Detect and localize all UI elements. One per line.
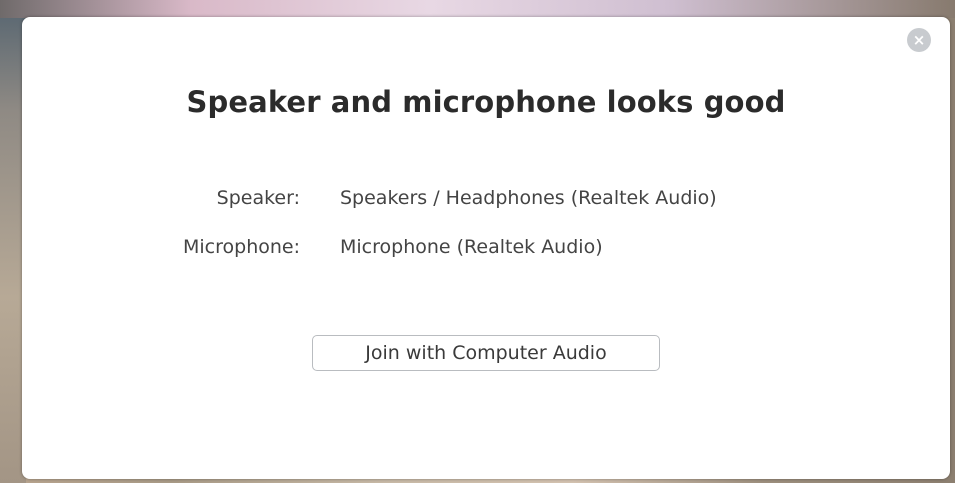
close-icon[interactable]: × (907, 28, 931, 52)
speaker-value: Speakers / Headphones (Realtek Audio) (340, 187, 717, 209)
video-background-top (0, 0, 955, 18)
speaker-label: Speaker: (216, 187, 300, 209)
dialog-title: Speaker and microphone looks good (186, 85, 786, 119)
microphone-label: Microphone: (183, 236, 300, 258)
join-computer-audio-button[interactable]: Join with Computer Audio (312, 335, 660, 371)
microphone-value: Microphone (Realtek Audio) (340, 236, 603, 258)
audio-test-dialog: × Speaker and microphone looks good Spea… (22, 17, 950, 479)
